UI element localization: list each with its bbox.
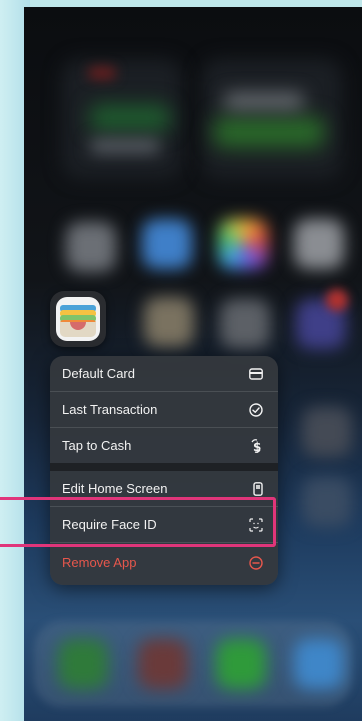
blurred-dock-icon bbox=[216, 639, 266, 689]
wallet-icon bbox=[56, 297, 100, 341]
tap-to-cash-icon: $ bbox=[249, 438, 263, 454]
blurred-app-icon bbox=[218, 219, 268, 269]
blurred-app-icon bbox=[294, 219, 344, 269]
menu-item-last-transaction[interactable]: Last Transaction bbox=[50, 392, 278, 427]
menu-item-tap-to-cash[interactable]: Tap to Cash $ bbox=[50, 428, 278, 463]
checkmark-circle-icon bbox=[249, 402, 263, 417]
blurred-dock-icon bbox=[138, 639, 188, 689]
menu-item-label: Tap to Cash bbox=[62, 438, 132, 453]
home-screen: Default Card Last Transaction Tap to Cas… bbox=[24, 7, 362, 721]
menu-item-label: Default Card bbox=[62, 366, 135, 381]
blurred-app-icon bbox=[302, 477, 352, 527]
minus-circle-icon bbox=[249, 555, 263, 570]
phone-icon bbox=[253, 481, 263, 496]
blurred-dock-icon bbox=[58, 639, 108, 689]
blurred-app-icon bbox=[142, 219, 192, 269]
highlight-box bbox=[0, 497, 276, 547]
blurred-dock-icon bbox=[294, 639, 344, 689]
wallet-app-icon[interactable] bbox=[50, 291, 106, 347]
menu-item-remove-app[interactable]: Remove App bbox=[50, 545, 278, 580]
menu-item-label: Edit Home Screen bbox=[62, 481, 168, 496]
notification-badge bbox=[326, 289, 348, 311]
menu-item-label: Remove App bbox=[62, 555, 137, 570]
menu-item-label: Last Transaction bbox=[62, 402, 158, 417]
context-menu: Default Card Last Transaction Tap to Cas… bbox=[50, 356, 278, 585]
blurred-app-icon bbox=[220, 299, 270, 349]
blurred-app-icon bbox=[144, 297, 194, 347]
blurred-app-icon bbox=[302, 407, 352, 457]
card-icon bbox=[249, 367, 263, 380]
blurred-app-icon bbox=[66, 222, 116, 272]
menu-item-default-card[interactable]: Default Card bbox=[50, 356, 278, 391]
